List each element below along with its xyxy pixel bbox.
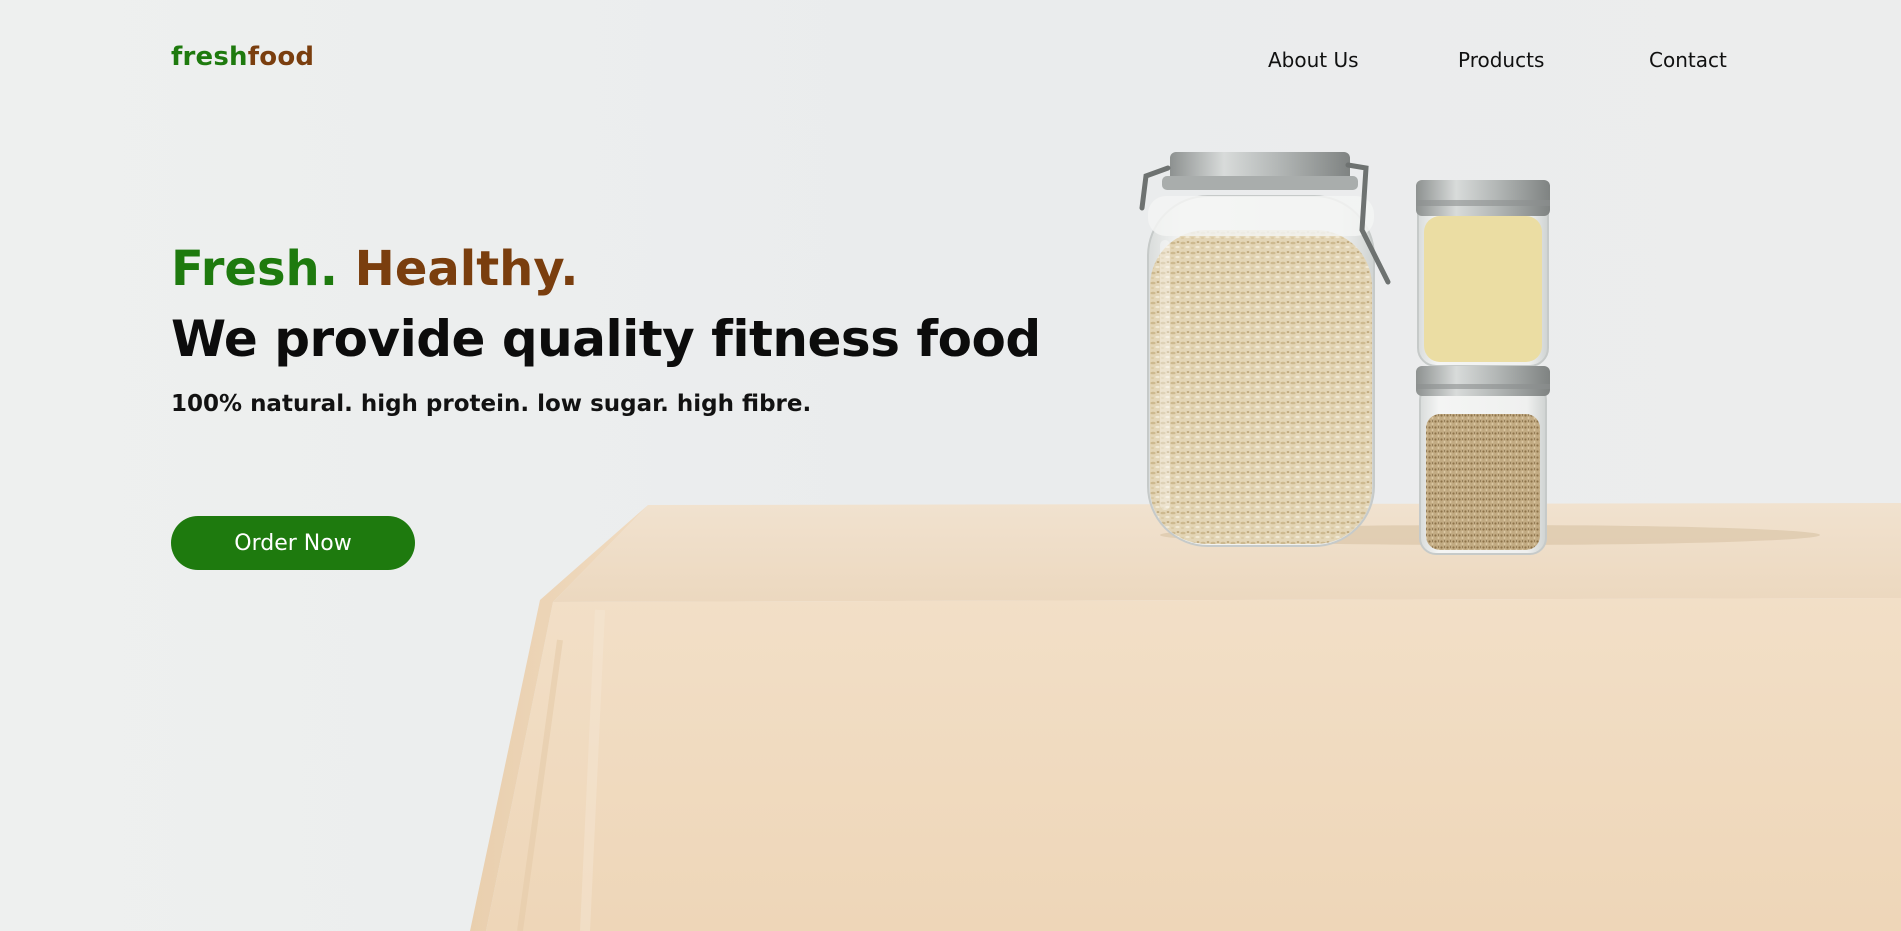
nav-link-about-us[interactable]: About Us <box>1268 50 1359 70</box>
navbar: freshfood About Us Products Contact <box>0 0 1901 125</box>
nav-link-contact[interactable]: Contact <box>1649 50 1727 70</box>
nav-links: About Us Products Contact <box>0 50 1901 80</box>
hero-tagline: Fresh. Healthy. <box>171 241 1041 297</box>
order-now-button[interactable]: Order Now <box>171 516 415 570</box>
small-jar-top <box>1416 180 1550 367</box>
hero-subline: 100% natural. high protein. low sugar. h… <box>171 390 812 417</box>
hero-headline: We provide quality fitness food <box>171 310 1041 369</box>
tagline-healthy: Healthy. <box>354 241 579 297</box>
nav-link-products[interactable]: Products <box>1458 50 1544 70</box>
tagline-fresh: Fresh. <box>171 241 338 297</box>
hero-photo-svg <box>0 0 1901 931</box>
hero-text-block: Fresh. Healthy. We provide quality fitne… <box>171 241 1041 418</box>
hero-background-image <box>0 0 1901 931</box>
small-jar-bottom <box>1416 366 1550 555</box>
big-jar <box>1139 152 1391 547</box>
